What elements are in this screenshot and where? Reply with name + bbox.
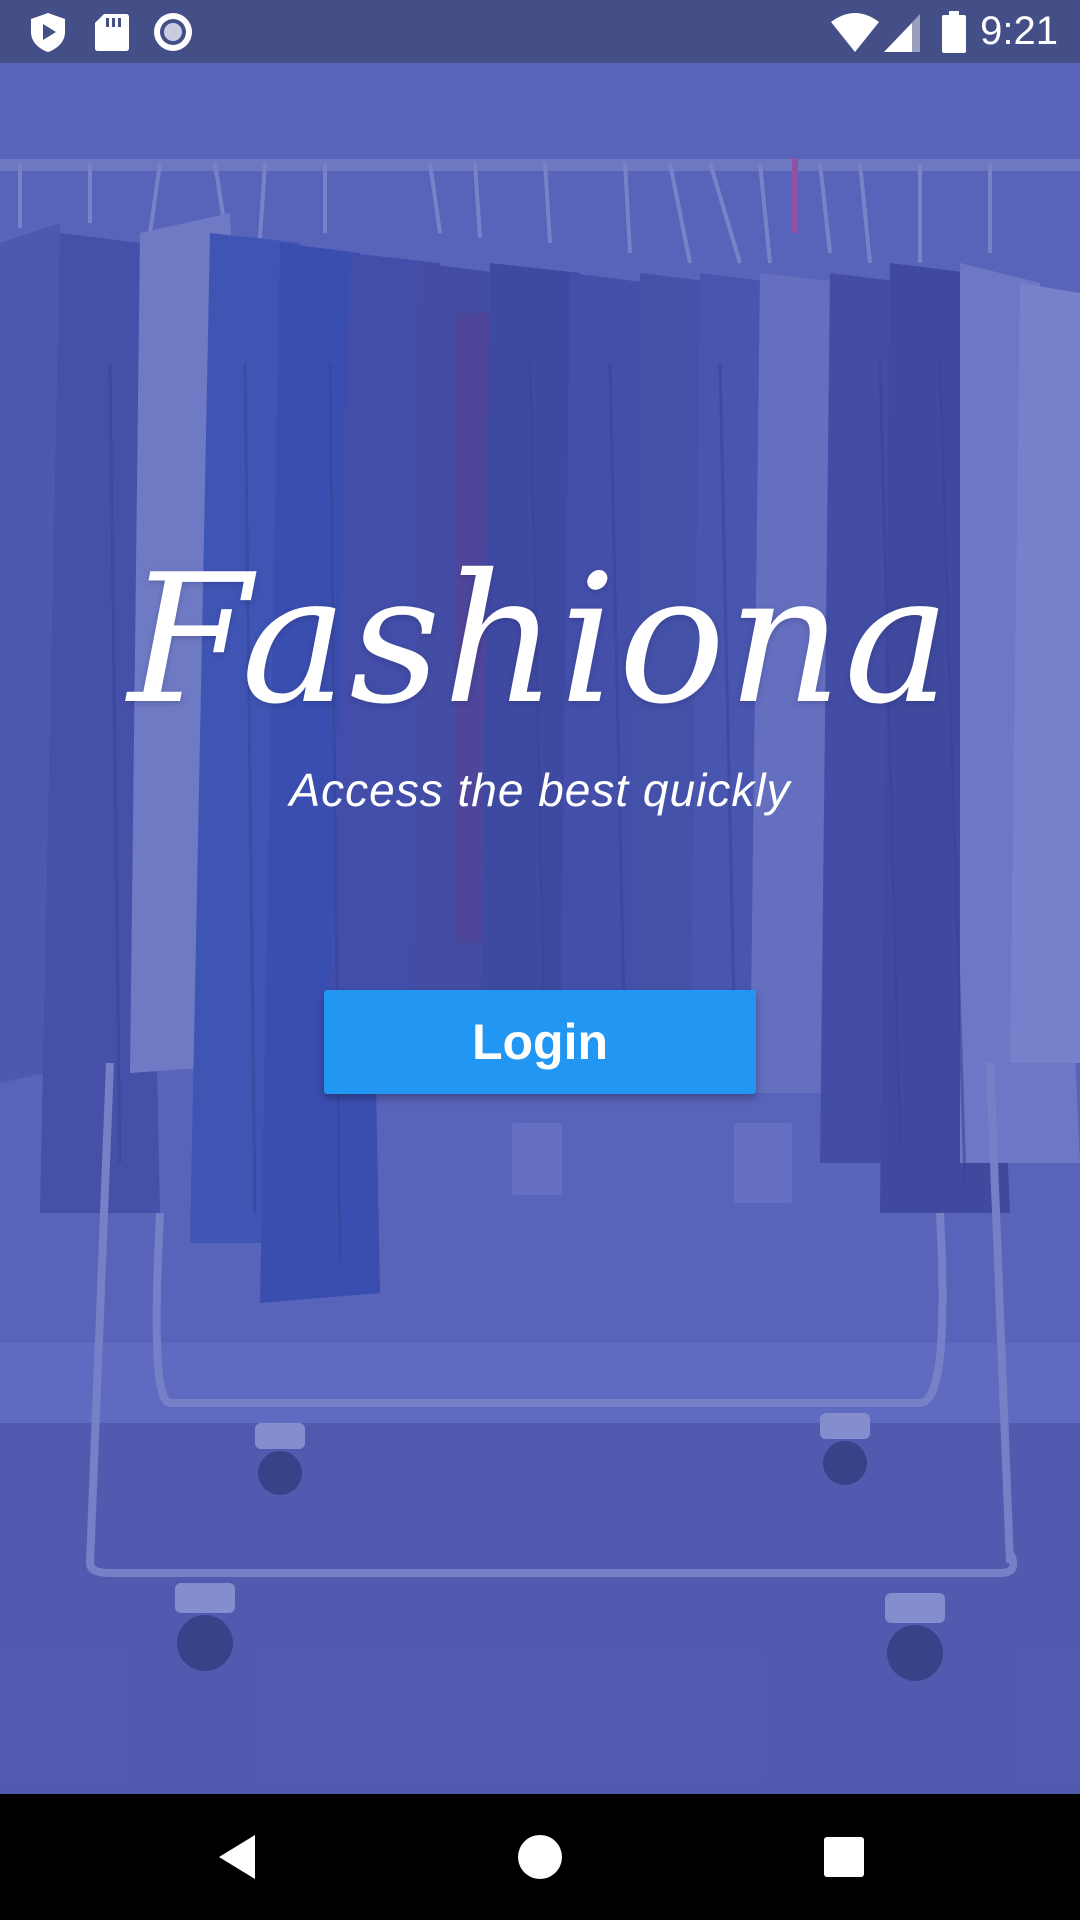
cell-signal-icon (882, 10, 922, 54)
login-screen: 9:21 Fashiona Access the best quickly Lo… (0, 0, 1080, 1920)
app-tagline: Access the best quickly (289, 764, 791, 816)
back-icon[interactable] (205, 1827, 265, 1887)
hero-background (0, 63, 1080, 1794)
shield-play-icon (26, 10, 70, 54)
battery-icon (940, 10, 968, 54)
recents-icon[interactable] (814, 1827, 874, 1887)
login-button[interactable]: Login (324, 990, 756, 1094)
record-circle-icon (151, 10, 195, 54)
status-time: 9:21 (980, 9, 1058, 53)
wifi-icon (830, 10, 880, 54)
app-title: Fashiona (127, 536, 953, 743)
status-bar: 9:21 (0, 0, 1080, 63)
sd-card-icon (90, 10, 134, 54)
navigation-bar (0, 1794, 1080, 1920)
home-icon[interactable] (510, 1827, 570, 1887)
hero-tint (0, 63, 1080, 1794)
